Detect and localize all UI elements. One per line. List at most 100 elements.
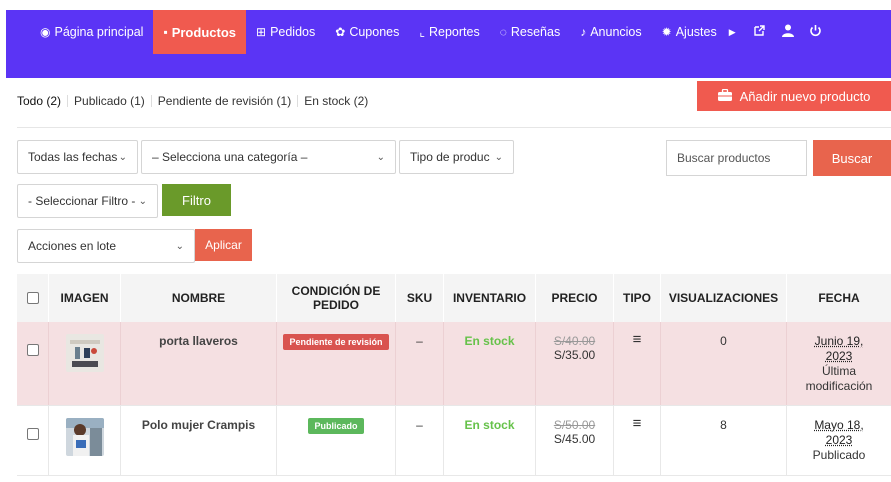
nav-item-label: Página principal [54,25,144,39]
inventory-cell: En stock [444,322,536,405]
product-thumbnail[interactable] [65,334,104,372]
power-icon[interactable] [802,24,830,40]
sku-cell: – [396,406,444,475]
condition-cell: Publicado [277,406,396,475]
chevron-down-icon: ⌄ [494,151,503,163]
price-cell: S/40.00 S/35.00 [536,322,614,405]
price-cell: S/50.00 S/45.00 [536,406,614,475]
nav-item-label: Pedidos [270,25,316,39]
sale-price: S/35.00 [553,348,596,362]
search-button[interactable]: Buscar [813,140,891,176]
status-badge: Pendiente de revisión [283,334,389,350]
product-image-cell [49,406,121,475]
type-cell: ≡ [614,406,661,475]
row-checkbox[interactable] [26,344,39,356]
header-name[interactable]: NOMBRE [121,274,277,322]
chevron-down-icon: ⌄ [118,151,127,163]
sale-price: S/45.00 [553,432,596,446]
simple-product-icon: ≡ [632,415,642,432]
nav-item-coupons[interactable]: ✿ Cupones [325,10,409,54]
table-row: porta llaveros Pendiente de revisión – E… [17,322,891,406]
type-cell: ≡ [614,322,661,405]
table-header: IMAGEN NOMBRE CONDICIÓN DE PEDIDO SKU IN… [17,274,891,322]
date-value: Junio 19, 2023 [814,334,864,363]
nav-item-reports[interactable]: ⌞ Reportes [409,10,489,54]
date-filter-select[interactable]: Todas las fechas ⌄ [17,140,138,174]
row-checkbox-cell [17,322,49,405]
date-note: Última modificación [805,364,873,393]
row-checkbox-cell [17,406,49,475]
select-all-checkbox[interactable] [26,292,39,304]
briefcase-icon: ▪ [163,25,168,39]
nav-item-label: Anuncios [590,25,642,39]
product-name-cell: porta llaveros [121,322,277,405]
date-value: Mayo 18, 2023 [814,418,864,447]
bell-icon: ♪ [580,25,587,39]
nav-row: ◉ Página principal ▪ Productos ⊞ Pedidos… [6,10,891,54]
nav-item-label: Reportes [428,25,480,39]
user-icon[interactable] [774,24,802,40]
header-checkbox-cell [17,274,49,322]
comments-icon: ◌ [499,25,507,39]
regular-price: S/50.00 [553,418,596,432]
status-badge: Publicado [308,418,364,434]
header-views: VISUALIZACIONES [661,274,787,322]
chevron-down-icon: ⌄ [175,240,184,252]
status-filter-pending[interactable]: Pendiente de revisión (1) [152,94,297,108]
nav-item-label: Productos [171,24,236,40]
gift-icon: ✿ [335,25,346,39]
header-price[interactable]: PRECIO [536,274,614,322]
nav-item-reviews[interactable]: ◌ Reseñas [490,10,570,54]
product-name-link[interactable]: porta llaveros [159,334,238,348]
simple-product-icon: ≡ [632,331,642,348]
filter-button[interactable]: Filtro [162,184,231,216]
briefcase-icon [717,88,732,104]
cog-icon: ✹ [661,25,672,39]
line-chart-icon: ⌞ [419,25,425,39]
cart-icon: ⊞ [256,25,267,39]
header-image: IMAGEN [49,274,121,322]
nav-item-settings[interactable]: ✹ Ajustes ▶ [652,10,746,54]
header-condition: CONDICIÓN DE PEDIDO [277,274,396,322]
top-navigation: ◉ Página principal ▪ Productos ⊞ Pedidos… [6,10,891,78]
stock-status: En stock [464,418,515,432]
products-table: IMAGEN NOMBRE CONDICIÓN DE PEDIDO SKU IN… [17,274,891,476]
product-thumbnail[interactable] [65,418,104,456]
caret-right-icon: ▶ [728,26,736,37]
nav-item-announcements[interactable]: ♪ Anuncios [570,10,651,54]
table-row: Polo mujer Crampis Publicado – En stock … [17,406,891,476]
views-cell: 0 [661,322,787,405]
nav-item-label: Cupones [349,25,400,39]
row-checkbox[interactable] [26,428,39,440]
status-filter-published[interactable]: Publicado (1) [68,94,151,108]
header-sku: SKU [396,274,444,322]
header-date[interactable]: FECHA [787,274,891,322]
sku-cell: – [396,322,444,405]
divider [17,127,891,128]
category-select[interactable]: – Selecciona una categoría – ⌄ [141,140,396,174]
external-link-icon[interactable] [746,24,774,40]
nav-item-dashboard[interactable]: ◉ Página principal [6,10,153,54]
status-filter-links: Todo (2) Publicado (1) Pendiente de revi… [17,94,374,108]
nav-item-label: Ajustes [675,25,717,39]
chevron-down-icon: ⌄ [376,151,385,163]
search-input[interactable]: Buscar productos [666,140,807,176]
stock-status: En stock [464,334,515,348]
header-type: TIPO [614,274,661,322]
date-cell: Mayo 18, 2023 Publicado [787,406,891,475]
add-product-button[interactable]: Añadir nuevo producto [697,81,891,111]
header-inventory: INVENTARIO [444,274,536,322]
product-name-cell: Polo mujer Crampis [121,406,277,475]
tachometer-icon: ◉ [40,25,51,39]
product-name-link[interactable]: Polo mujer Crampis [142,418,255,432]
nav-item-products[interactable]: ▪ Productos [153,10,246,54]
product-type-select[interactable]: Tipo de produc ⌄ [399,140,514,174]
extra-filter-select[interactable]: - Seleccionar Filtro - ⌄ [17,184,158,218]
status-filter-all[interactable]: Todo (2) [17,94,67,108]
status-filter-in-stock[interactable]: En stock (2) [298,94,374,108]
inventory-cell: En stock [444,406,536,475]
bulk-actions-select[interactable]: Acciones en lote ⌄ [17,229,195,263]
nav-item-label: Reseñas [510,25,561,39]
apply-button[interactable]: Aplicar [195,229,252,261]
nav-item-orders[interactable]: ⊞ Pedidos [246,10,325,54]
